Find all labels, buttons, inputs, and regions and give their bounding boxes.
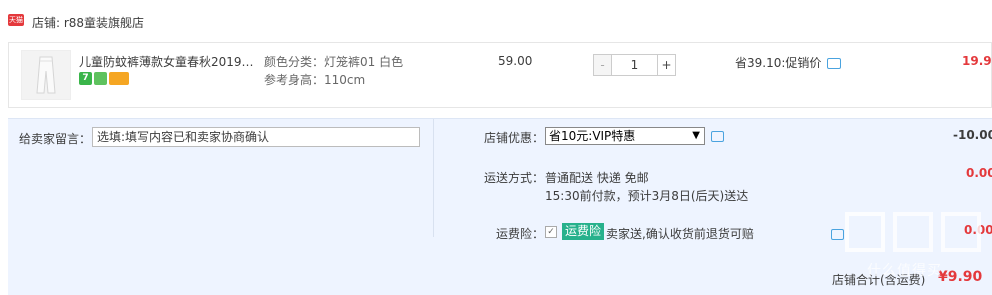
promo-saving-text: 省39.10:促销价 xyxy=(735,56,822,70)
tmall-icon: 天猫 xyxy=(8,14,24,26)
guarantee-icon xyxy=(94,72,107,85)
sku-info: 颜色分类：灯笼裤01 白色 参考身高：110cm xyxy=(264,53,403,89)
chat-icon[interactable] xyxy=(831,229,844,240)
shop-total-value: ¥9.90 xyxy=(938,269,983,285)
shop-total-row: 店铺合计(含运费) ¥9.90 xyxy=(0,255,992,295)
shop-promo-select[interactable]: 省10元:VIP特惠 ▼ xyxy=(545,127,705,145)
product-thumbnail[interactable] xyxy=(21,50,71,100)
shipping-label: 运送方式： xyxy=(483,171,544,185)
credit-card-icon xyxy=(109,72,129,85)
item-subtotal: 19.90 xyxy=(962,54,992,68)
promo-label: 店铺优惠： xyxy=(483,131,544,145)
insurance-badge: 运费险 xyxy=(562,223,605,240)
shipping-method: 普通配送 快递 免邮 xyxy=(545,171,649,185)
insurance-checkbox[interactable]: ✓ xyxy=(545,226,557,238)
dropdown-arrow-icon: ▼ xyxy=(692,130,700,141)
sku-color: 颜色分类：灯笼裤01 白色 xyxy=(264,55,404,69)
insurance-label: 运费险： xyxy=(495,227,544,241)
unit-price: 59.00 xyxy=(498,54,533,68)
shop-name-link[interactable]: 店铺: r88童装旗舰店 xyxy=(32,14,144,31)
message-label: 给卖家留言： xyxy=(19,132,92,146)
chat-icon[interactable] xyxy=(711,131,724,142)
promo-amount: -10.00 xyxy=(953,128,992,142)
insurance-text: 卖家送,确认收货前退货可赔 xyxy=(606,227,754,241)
shipping-eta: 15:30前付款，预计3月8日(后天)送达 xyxy=(545,189,749,203)
product-title-link[interactable]: 儿童防蚊裤薄款女童春秋2019新... xyxy=(79,53,259,70)
shipping-info: 普通配送 快递 免邮 15:30前付款，预计3月8日(后天)送达 xyxy=(545,169,748,205)
service-badges: 7 xyxy=(79,72,131,87)
chat-icon[interactable] xyxy=(827,58,842,69)
insurance-amount: 0.00 xyxy=(964,223,992,237)
quantity-input[interactable]: 1 xyxy=(611,54,658,76)
shop-total-label: 店铺合计(含运费) xyxy=(832,273,926,287)
sku-height: 参考身高：110cm xyxy=(264,73,366,87)
divider xyxy=(433,119,434,237)
seven-day-return-icon: 7 xyxy=(79,72,92,85)
promo-selected: 省10元:VIP特惠 xyxy=(549,129,636,143)
promo-saving: 省39.10:促销价 xyxy=(735,54,842,71)
seller-message-input[interactable] xyxy=(92,127,420,147)
cart-item: 儿童防蚊裤薄款女童春秋2019新... 7 颜色分类：灯笼裤01 白色 参考身高… xyxy=(8,42,992,108)
increase-quantity-button[interactable]: + xyxy=(657,54,676,76)
decrease-quantity-button[interactable]: - xyxy=(593,54,612,76)
shop-header: 天猫 店铺: r88童装旗舰店 xyxy=(0,0,992,42)
shipping-amount: 0.00 xyxy=(966,166,992,180)
